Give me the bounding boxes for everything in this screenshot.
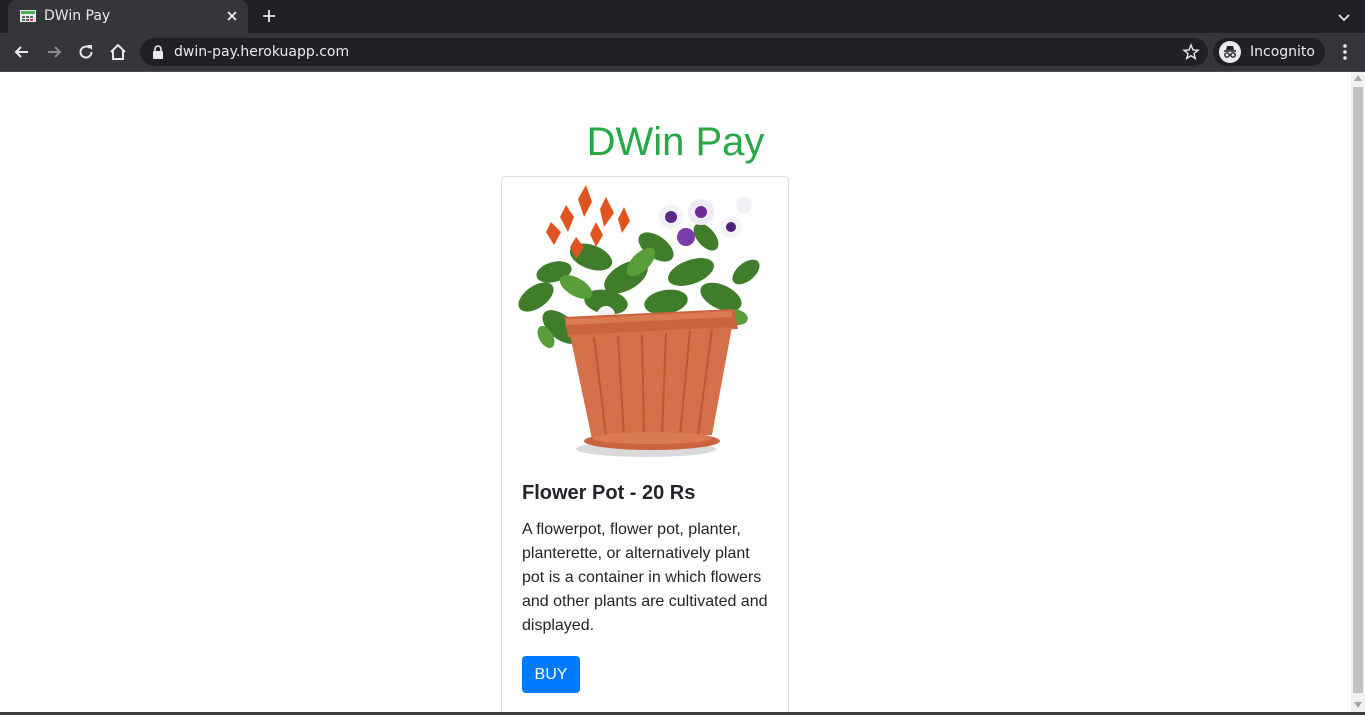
chevron-down-icon[interactable] xyxy=(1336,9,1352,25)
url-text[interactable]: dwin-pay.herokuapp.com xyxy=(174,44,349,60)
home-icon[interactable] xyxy=(108,42,128,62)
page-viewport: DWin Pay Flower Pot - 20 Rs A flowerpot,… xyxy=(0,72,1351,712)
product-title: Flower Pot - 20 Rs xyxy=(522,482,696,504)
lock-icon[interactable] xyxy=(152,45,164,59)
tab-strip: DWin Pay xyxy=(0,0,1365,33)
star-icon[interactable] xyxy=(1182,43,1200,61)
back-icon[interactable] xyxy=(12,42,32,62)
product-card: Flower Pot - 20 Rs A flowerpot, flower p… xyxy=(501,176,789,712)
address-bar[interactable]: dwin-pay.herokuapp.com xyxy=(140,38,1208,66)
page-title: DWin Pay xyxy=(586,120,765,164)
new-tab-icon[interactable] xyxy=(261,8,277,24)
buy-button[interactable]: BUY xyxy=(522,656,580,693)
product-description: A flowerpot, flower pot, planter, plante… xyxy=(522,521,768,634)
incognito-icon xyxy=(1219,41,1241,63)
scroll-down-icon[interactable] xyxy=(1354,702,1362,708)
scroll-up-icon[interactable] xyxy=(1354,75,1362,81)
browser-tab[interactable]: DWin Pay xyxy=(8,0,248,33)
incognito-indicator[interactable]: Incognito xyxy=(1213,38,1325,66)
close-icon[interactable] xyxy=(224,8,240,24)
reload-icon[interactable] xyxy=(76,42,96,62)
flower-pot-image xyxy=(518,185,760,457)
favicon-icon xyxy=(20,10,36,22)
scrollbar-thumb[interactable] xyxy=(1353,87,1363,693)
more-options-icon[interactable] xyxy=(1335,42,1355,62)
forward-icon[interactable] xyxy=(44,42,64,62)
incognito-label: Incognito xyxy=(1250,44,1315,60)
page-scrollbar[interactable] xyxy=(1351,72,1365,712)
browser-toolbar: dwin-pay.herokuapp.com Incognito xyxy=(0,33,1365,71)
tab-title: DWin Pay xyxy=(44,8,111,24)
